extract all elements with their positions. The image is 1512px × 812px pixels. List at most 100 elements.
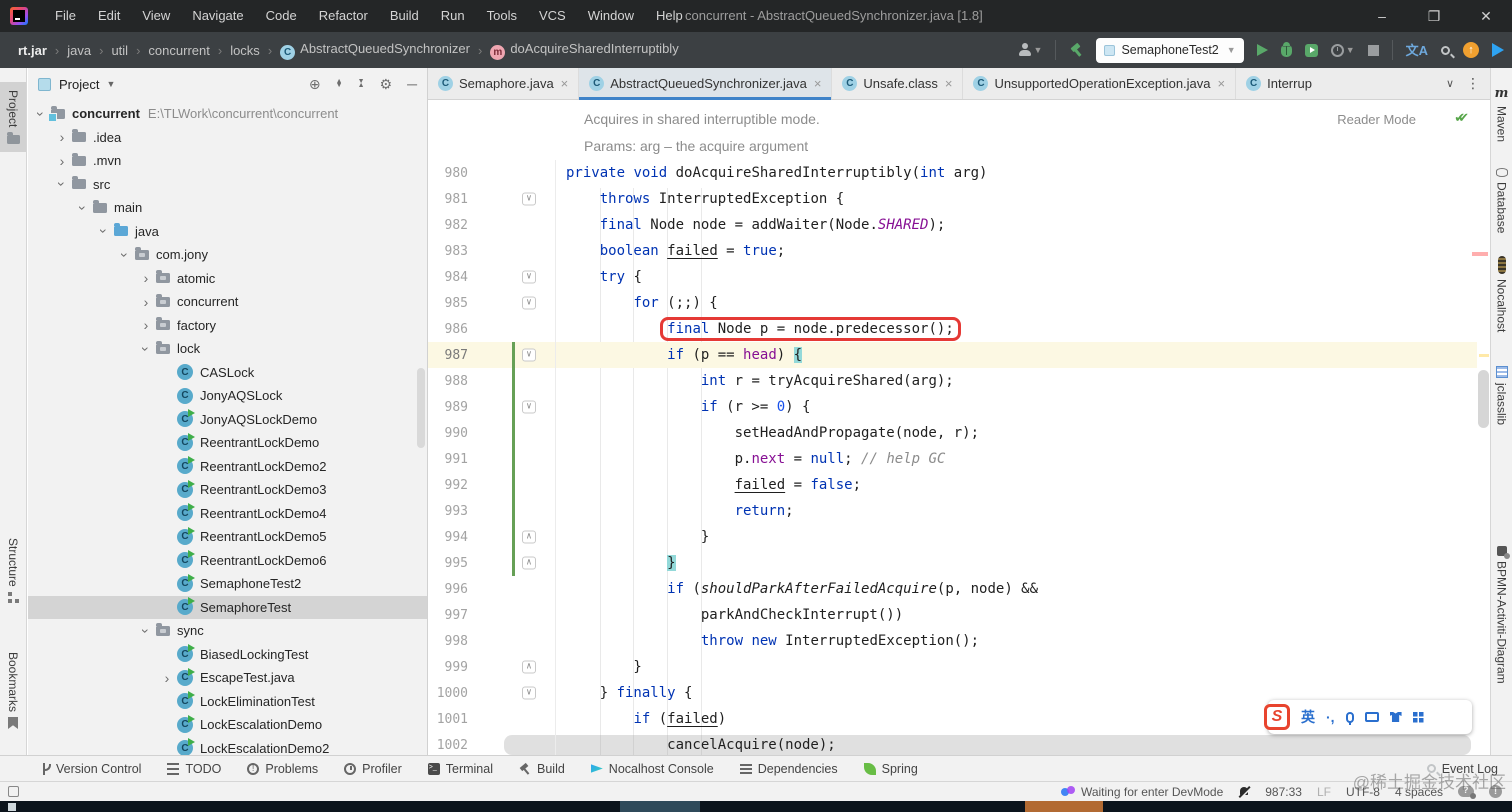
menu-navigate[interactable]: Navigate: [181, 0, 254, 32]
menu-code[interactable]: Code: [255, 0, 308, 32]
close-icon[interactable]: ×: [561, 76, 569, 91]
fold-icon[interactable]: ∨: [522, 348, 536, 362]
skin-icon[interactable]: [1389, 712, 1402, 722]
tree-item--mvn[interactable]: › .mvn: [28, 149, 427, 173]
tree-item-main[interactable]: › main: [28, 196, 427, 220]
toolwindow-button-problems[interactable]: Problems: [247, 762, 318, 776]
tree-item-reentrantlockdemo[interactable]: ›CReentrantLockDemo: [28, 431, 427, 455]
tab-semaphore-java[interactable]: C Semaphore.java ×: [428, 68, 580, 99]
expand-all-icon[interactable]: ▲ ▼: [336, 78, 343, 89]
tree-item-reentrantlockdemo2[interactable]: ›CReentrantLockDemo2: [28, 455, 427, 479]
breadcrumb-item[interactable]: util: [109, 43, 130, 58]
editor-scrollbar[interactable]: [1472, 100, 1490, 755]
notifications-off-icon[interactable]: [1238, 786, 1250, 798]
toolwindow-button-todo[interactable]: TODO: [167, 762, 221, 776]
tree-item-java[interactable]: › java: [28, 220, 427, 244]
devmode-status[interactable]: Waiting for enter DevMode: [1060, 785, 1223, 799]
code-area[interactable]: 980 private void doAcquireSharedInterrupt…: [428, 160, 1477, 755]
toolwindow-button-profiler[interactable]: Profiler: [344, 762, 402, 776]
tree-item-lockescalationdemo2[interactable]: ›CLockEscalationDemo2: [28, 737, 427, 755]
translate-icon[interactable]: 文A: [1406, 44, 1428, 57]
tree-item-lock[interactable]: › lock: [28, 337, 427, 361]
nocalhost-icon[interactable]: [1492, 43, 1504, 57]
tree-item-atomic[interactable]: › atomic: [28, 267, 427, 291]
toolwindow-button-nocalhost-console[interactable]: Nocalhost Console: [590, 762, 714, 776]
search-everywhere-icon[interactable]: [1441, 45, 1450, 55]
tree-chevron-icon[interactable]: ›: [139, 270, 153, 286]
collapse-all-icon[interactable]: ▼ ▲: [358, 78, 365, 89]
project-panel-title[interactable]: Project: [59, 77, 99, 92]
tree-chevron-icon[interactable]: ›: [54, 177, 70, 191]
menu-vcs[interactable]: VCS: [528, 0, 577, 32]
breadcrumb-item[interactable]: locks: [228, 43, 262, 58]
sidebar-item-bookmarks[interactable]: Bookmarks: [0, 652, 26, 730]
sidebar-item-project[interactable]: Project: [0, 82, 26, 153]
tree-chevron-icon[interactable]: ›: [160, 670, 174, 686]
breadcrumb-item[interactable]: java: [65, 43, 93, 58]
menu-refactor[interactable]: Refactor: [308, 0, 379, 32]
chevron-down-icon[interactable]: ▼: [106, 79, 115, 89]
file-encoding[interactable]: UTF-8: [1346, 785, 1380, 799]
toolwindow-button-build[interactable]: Build: [519, 762, 565, 776]
line-separator[interactable]: LF: [1317, 785, 1331, 799]
close-icon[interactable]: ×: [1218, 76, 1226, 91]
profile-button[interactable]: ▼: [1018, 43, 1042, 57]
breadcrumb-item[interactable]: m doAcquireSharedInterruptibly: [488, 41, 680, 60]
run-with-coverage-icon[interactable]: [1304, 43, 1318, 57]
close-icon[interactable]: ×: [814, 76, 822, 91]
tab-unsafe-class[interactable]: C Unsafe.class ×: [832, 68, 964, 99]
locate-file-icon[interactable]: ⊕: [309, 77, 321, 91]
toolwindow-button-spring[interactable]: Spring: [863, 762, 918, 776]
tree-item-caslock[interactable]: ›CCASLock: [28, 361, 427, 385]
code-line-999[interactable]: 999 ∧ }: [428, 654, 1477, 680]
tree-item-lockeliminationtest[interactable]: ›CLockEliminationTest: [28, 690, 427, 714]
tree-item-escapetest-java[interactable]: › C EscapeTest.java: [28, 666, 427, 690]
close-icon[interactable]: ✕: [1460, 0, 1512, 32]
tree-item-lockescalationdemo[interactable]: ›CLockEscalationDemo: [28, 713, 427, 737]
profiler-button[interactable]: ▼: [1330, 43, 1355, 57]
microphone-icon[interactable]: [1345, 711, 1354, 725]
breadcrumb-item[interactable]: concurrent: [146, 43, 211, 58]
alert-icon[interactable]: !: [1489, 785, 1502, 798]
run-button[interactable]: [1256, 44, 1268, 56]
menu-view[interactable]: View: [131, 0, 181, 32]
tree-item-reentrantlockdemo5[interactable]: ›CReentrantLockDemo5: [28, 525, 427, 549]
code-line-988[interactable]: 988 int r = tryAcquireShared(arg);: [428, 368, 1477, 394]
sidebar-item-bpmn[interactable]: BPMN-Activiti-Diagram: [1491, 546, 1512, 684]
fold-icon[interactable]: ∧: [522, 530, 536, 544]
project-scrollbar[interactable]: [417, 368, 425, 448]
tree-item-reentrantlockdemo4[interactable]: ›CReentrantLockDemo4: [28, 502, 427, 526]
close-icon[interactable]: ×: [945, 76, 953, 91]
tree-item-semaphoretest[interactable]: ›CSemaphoreTest: [28, 595, 427, 619]
tree-chevron-icon[interactable]: ›: [139, 294, 153, 310]
menu-run[interactable]: Run: [430, 0, 476, 32]
code-line-986[interactable]: 986 final Node p = node.predecessor();: [428, 316, 1477, 342]
editor[interactable]: Acquires in shared interruptible mode. P…: [428, 100, 1490, 755]
window-icon[interactable]: [8, 786, 19, 797]
debug-button[interactable]: [1280, 41, 1292, 57]
code-line-991[interactable]: 991 p.next = null; // help GC: [428, 446, 1477, 472]
stop-icon[interactable]: [1367, 44, 1379, 56]
tree-item-jonyaqslockdemo[interactable]: ›CJonyAQSLockDemo: [28, 408, 427, 432]
code-line-992[interactable]: 992 failed = false;: [428, 472, 1477, 498]
tree-item-semaphonetest2[interactable]: ›CSemaphoneTest2: [28, 572, 427, 596]
code-line-994[interactable]: 994 ∧ }: [428, 524, 1477, 550]
tree-chevron-icon[interactable]: ›: [138, 624, 154, 638]
scrollbar-thumb[interactable]: [1478, 370, 1489, 428]
fold-icon[interactable]: ∧: [522, 556, 536, 570]
tree-item--idea[interactable]: › .idea: [28, 126, 427, 150]
toolwindow-button-version-control[interactable]: Version Control: [38, 762, 141, 776]
tab-interrup[interactable]: C Interrup: [1236, 68, 1322, 99]
tree-chevron-icon[interactable]: ›: [96, 224, 112, 238]
update-icon[interactable]: ↑: [1463, 42, 1479, 58]
fold-icon[interactable]: ∨: [522, 686, 536, 700]
menu-build[interactable]: Build: [379, 0, 430, 32]
inspections-ok-icon[interactable]: ✔✔: [1454, 110, 1469, 126]
keyboard-icon[interactable]: [1364, 712, 1379, 722]
code-line-998[interactable]: 998 throw new InterruptedException();: [428, 628, 1477, 654]
code-line-987[interactable]: 987 ∨ if (p == head) {: [428, 342, 1477, 368]
tree-item-biasedlockingtest[interactable]: ›CBiasedLockingTest: [28, 643, 427, 667]
tree-item-jonyaqslock[interactable]: ›CJonyAQSLock: [28, 384, 427, 408]
tree-item-concurrent[interactable]: › concurrent E:\TLWork\concurrent\concurre…: [28, 102, 427, 126]
toolwindow-button-terminal[interactable]: Terminal: [427, 762, 493, 776]
